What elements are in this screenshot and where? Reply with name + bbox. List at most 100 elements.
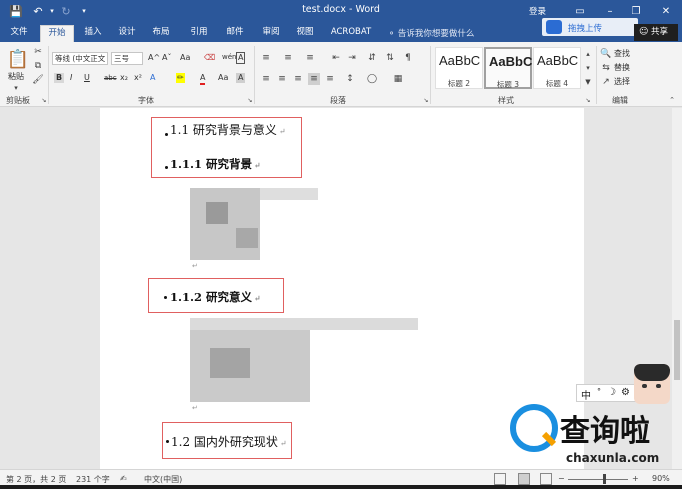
- character-shading-button[interactable]: A: [236, 73, 246, 83]
- collapse-ribbon-icon[interactable]: ⌃: [666, 94, 678, 106]
- close-button[interactable]: ✕: [656, 2, 676, 20]
- strikethrough-button[interactable]: abc: [104, 73, 117, 83]
- tab-file[interactable]: 文件: [6, 25, 32, 42]
- ime-moon[interactable]: ☽: [607, 387, 616, 398]
- heading-1-1-1[interactable]: 1.1.1 研究背景 ↵: [170, 156, 261, 172]
- underline-button[interactable]: U: [84, 73, 90, 83]
- styles-more-icon[interactable]: ▼: [582, 76, 594, 88]
- paragraph-mark: ↵: [192, 262, 198, 270]
- character-border-button[interactable]: A: [236, 52, 246, 64]
- avatar-eye: [642, 384, 647, 388]
- tell-me-box[interactable]: ⚬ 告诉我你想要做什么: [388, 27, 474, 39]
- text-effects-button[interactable]: A: [150, 73, 155, 83]
- ime-toolbar[interactable]: 中 ° ☽ ⚙: [576, 384, 640, 402]
- style-heading-4[interactable]: AaBbC 标题 4: [533, 47, 581, 89]
- tab-mailings[interactable]: 邮件: [222, 25, 248, 42]
- zoom-in-button[interactable]: +: [632, 474, 639, 483]
- read-mode-button[interactable]: [494, 473, 506, 485]
- find-button[interactable]: 查找: [614, 49, 630, 59]
- grow-font-button[interactable]: A^: [148, 53, 160, 63]
- styles-launcher-icon[interactable]: ↘: [582, 94, 594, 106]
- show-marks-icon[interactable]: ¶: [402, 52, 414, 64]
- tab-home[interactable]: 开始: [40, 25, 74, 42]
- font-size-select[interactable]: 三号: [111, 52, 143, 65]
- style-heading-2[interactable]: AaBbC 标题 2: [435, 47, 483, 89]
- font-color-button[interactable]: A: [200, 73, 206, 85]
- share-button[interactable]: ☺ 共享: [634, 24, 678, 41]
- zoom-out-button[interactable]: −: [558, 474, 565, 483]
- align-left-icon[interactable]: ≡: [260, 73, 272, 85]
- scrollbar-thumb[interactable]: [674, 320, 680, 380]
- tab-insert[interactable]: 插入: [80, 25, 106, 42]
- multilevel-list-icon[interactable]: ≡: [304, 52, 316, 64]
- heading-1-2[interactable]: 1.2 国内外研究现状 ↵: [171, 433, 287, 450]
- style-sample: AaBbC: [439, 53, 481, 68]
- distribute-icon[interactable]: ≡: [324, 73, 336, 85]
- chinese-layout-icon[interactable]: ⇵: [366, 52, 378, 64]
- sort-icon[interactable]: ⇅: [384, 52, 396, 64]
- align-right-icon[interactable]: ≡: [292, 73, 304, 85]
- phonetic-guide-button[interactable]: wén: [222, 52, 236, 62]
- bullets-icon[interactable]: ≡: [260, 52, 272, 64]
- print-layout-button[interactable]: [518, 473, 530, 485]
- style-heading-3[interactable]: AaBbC 标题 3: [484, 47, 532, 89]
- line-spacing-icon[interactable]: ↕: [344, 73, 356, 85]
- increase-indent-icon[interactable]: ⇥: [346, 52, 358, 64]
- shrink-font-button[interactable]: Aˇ: [162, 53, 171, 63]
- format-painter-icon[interactable]: 🖌: [32, 74, 44, 86]
- find-icon[interactable]: 🔍: [600, 48, 612, 60]
- page-count[interactable]: 第 2 页，共 2 页: [6, 474, 66, 485]
- shading-icon[interactable]: ◯: [366, 73, 378, 85]
- proofing-icon[interactable]: ✍: [120, 474, 127, 483]
- web-layout-button[interactable]: [540, 473, 552, 485]
- italic-button[interactable]: I: [70, 73, 72, 83]
- tab-design[interactable]: 设计: [114, 25, 140, 42]
- change-case-button[interactable]: Aa: [180, 53, 190, 63]
- align-center-icon[interactable]: ≡: [276, 73, 288, 85]
- clear-formatting-icon[interactable]: ⌫: [204, 53, 215, 63]
- subscript-button[interactable]: x₂: [120, 73, 128, 83]
- styles-scroll-down-icon[interactable]: ▾: [582, 62, 594, 74]
- zoom-slider[interactable]: [568, 479, 628, 480]
- change-case-small-button[interactable]: Aa: [218, 73, 228, 83]
- zoom-level[interactable]: 90%: [652, 474, 670, 483]
- vertical-scrollbar[interactable]: [672, 108, 682, 469]
- tab-view[interactable]: 视图: [292, 25, 318, 42]
- highlight-icon[interactable]: ✏: [176, 73, 185, 83]
- select-icon[interactable]: ↗: [600, 76, 612, 88]
- styles-scroll-up-icon[interactable]: ▴: [582, 48, 594, 60]
- paste-label[interactable]: 粘贴: [8, 72, 24, 82]
- word-count[interactable]: 231 个字: [76, 474, 110, 485]
- tab-review[interactable]: 审阅: [258, 25, 284, 42]
- heading-text: 1.2 国内外研究现状: [171, 435, 278, 449]
- heading-1-1-2[interactable]: 1.1.2 研究意义 ↵: [170, 289, 261, 305]
- numbering-icon[interactable]: ≡: [282, 52, 294, 64]
- paste-icon[interactable]: 📋: [7, 48, 29, 70]
- replace-icon[interactable]: ⇆: [600, 62, 612, 74]
- select-button[interactable]: 选择: [614, 77, 630, 87]
- cut-icon[interactable]: ✂: [32, 46, 44, 58]
- font-name-select[interactable]: 等线 (中文正文: [52, 52, 108, 65]
- tab-acrobat[interactable]: ACROBAT: [326, 25, 376, 42]
- blurred-image: [190, 318, 418, 330]
- blurred-image: [206, 202, 228, 224]
- gear-icon[interactable]: ⚙: [621, 387, 630, 398]
- style-name: 标题 3: [496, 80, 520, 89]
- bold-button[interactable]: B: [54, 73, 65, 83]
- decrease-indent-icon[interactable]: ⇤: [330, 52, 342, 64]
- borders-icon[interactable]: ▦: [392, 73, 404, 85]
- language-indicator[interactable]: 中文(中国): [144, 474, 182, 485]
- justify-icon[interactable]: ≡: [308, 73, 320, 85]
- superscript-button[interactable]: x²: [134, 73, 142, 83]
- paste-dropdown-icon[interactable]: ▾: [10, 82, 22, 94]
- ime-mode[interactable]: 中: [581, 387, 591, 402]
- copy-icon[interactable]: ⧉: [32, 60, 44, 72]
- zoom-slider-thumb[interactable]: [603, 474, 606, 484]
- ime-punctuation[interactable]: °: [597, 387, 601, 396]
- paragraph-mark: ↵: [192, 404, 198, 412]
- tab-references[interactable]: 引用: [186, 25, 212, 42]
- replace-button[interactable]: 替换: [614, 63, 630, 73]
- tab-layout[interactable]: 布局: [148, 25, 174, 42]
- login-link[interactable]: 登录: [529, 5, 546, 17]
- heading-1-1[interactable]: 1.1 研究背景与意义 ↵: [170, 121, 286, 138]
